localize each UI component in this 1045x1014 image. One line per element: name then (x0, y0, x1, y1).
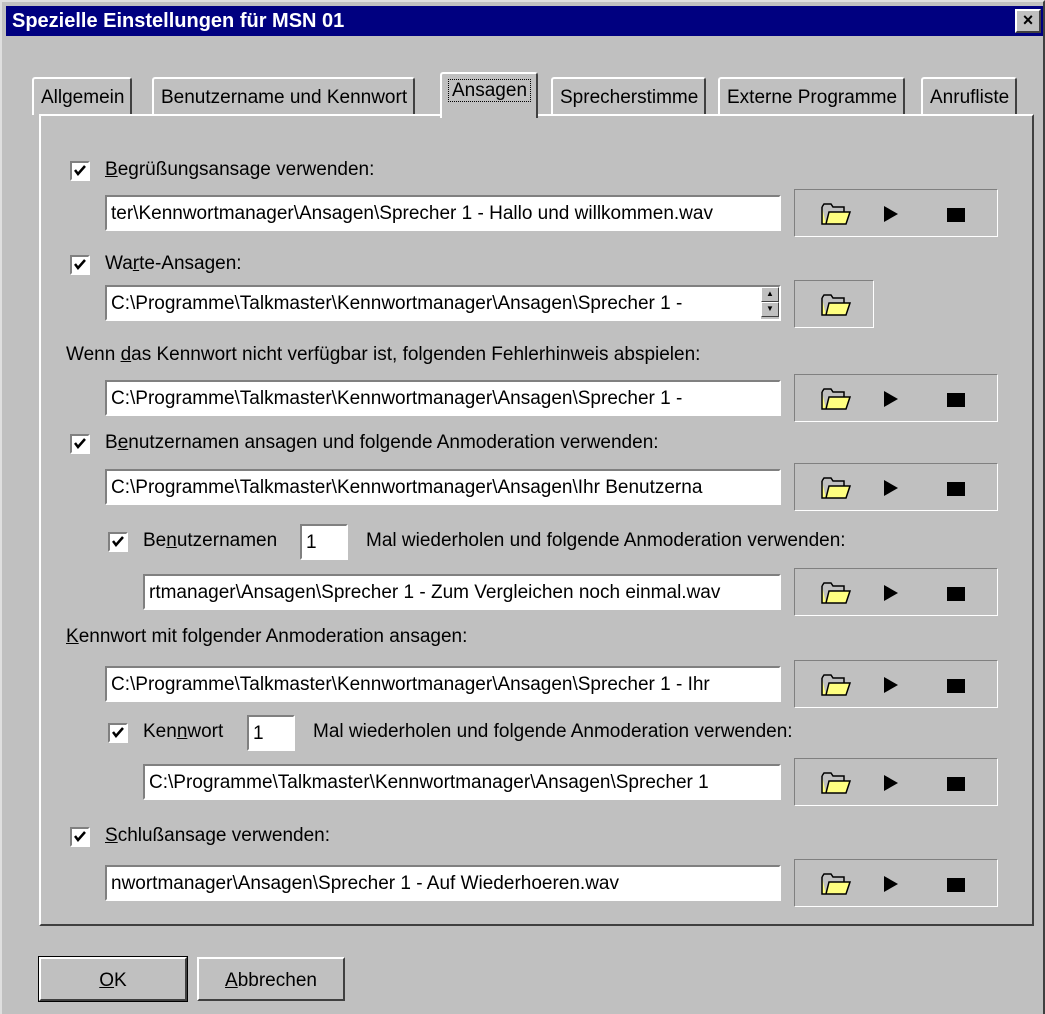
cancel-button-label: bbrechen (237, 970, 317, 991)
tab-anrufliste[interactable]: Anrufliste (921, 77, 1018, 115)
settings-dialog: Spezielle Einstellungen für MSN 01 × All… (0, 0, 1045, 1014)
ok-button[interactable]: OK (39, 957, 187, 1001)
tab-label: Externe Programme (727, 87, 898, 108)
ansagen-panel (39, 114, 1034, 926)
tab-sprecherstimme[interactable]: Sprecherstimme (551, 77, 707, 115)
ok-button-label: K (114, 970, 127, 991)
cancel-button[interactable]: Abbrechen (197, 957, 345, 1001)
dialog-title: Spezielle Einstellungen für MSN 01 (12, 10, 345, 32)
tab-ansagen[interactable]: Ansagen (440, 72, 539, 118)
tab-label: Allgemein (41, 87, 125, 108)
tab-externe-programme[interactable]: Externe Programme (718, 77, 906, 115)
cancel-button-accesskey: A (225, 970, 238, 991)
close-icon: × (1022, 10, 1034, 30)
tab-label: Sprecherstimme (560, 87, 699, 108)
tab-label: Benutzername und Kennwort (161, 87, 408, 108)
tab-benutzername-kennwort[interactable]: Benutzername und Kennwort (152, 77, 416, 115)
ok-button-accesskey: O (99, 970, 115, 991)
tab-label: Ansagen (447, 79, 532, 102)
title-bar: Spezielle Einstellungen für MSN 01 × (6, 6, 1043, 36)
tab-label: Anrufliste (930, 87, 1010, 108)
close-button[interactable]: × (1015, 9, 1041, 33)
tab-allgemein[interactable]: Allgemein (32, 77, 133, 115)
